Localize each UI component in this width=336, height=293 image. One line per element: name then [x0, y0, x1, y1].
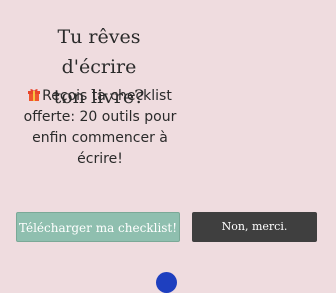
- gift-icon: [28, 87, 41, 101]
- offer-line-3: enfin commencer à: [32, 130, 168, 146]
- title-line-1: Tu rêves d'écrire: [57, 26, 141, 78]
- offer-line-1: Reçois ta checklist: [42, 88, 172, 104]
- download-checklist-button[interactable]: Télécharger ma checklist!: [16, 212, 180, 242]
- floating-action-button[interactable]: [156, 272, 177, 293]
- decline-button[interactable]: Non, merci.: [192, 212, 317, 242]
- offer-line-2: offerte: 20 outils pour: [23, 109, 177, 125]
- offer-line-4: écrire!: [77, 151, 123, 167]
- popup-dialog: Tu rêves d'écrire ton livre? Reçois ta c…: [0, 0, 336, 293]
- offer-text: Reçois ta checklist offerte: 20 outils p…: [20, 86, 180, 170]
